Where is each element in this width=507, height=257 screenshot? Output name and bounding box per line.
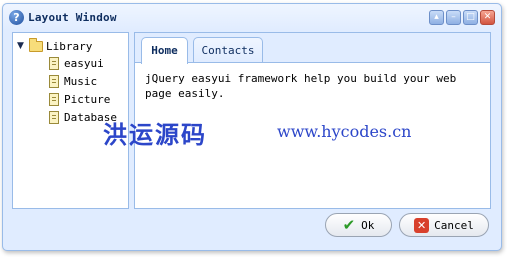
file-icon: [49, 74, 59, 88]
tab-content-text: jQuery easyui framework help you build y…: [145, 72, 457, 100]
maximize-button[interactable]: □: [463, 10, 478, 25]
file-icon: [49, 110, 59, 124]
folder-open-icon: [29, 37, 43, 52]
window-title: Layout Window: [28, 11, 117, 24]
window-titlebar[interactable]: ? Layout Window ▴ – □ ✕: [3, 4, 501, 31]
watermark-chinese-text: 洪运源码: [103, 120, 207, 149]
watermark-url-text: www.hycodes.cn: [277, 122, 412, 141]
tree-node-label: Music: [64, 74, 98, 88]
ok-button-label: Ok: [361, 218, 375, 232]
tree-node-label: Picture: [64, 92, 111, 106]
tab-home[interactable]: Home: [141, 37, 188, 64]
help-icon: ?: [9, 10, 24, 25]
tree-node-library[interactable]: ▼ Library: [17, 37, 93, 54]
ok-button[interactable]: ✔ Ok: [325, 213, 392, 237]
file-icon: [49, 56, 59, 70]
tree-node-music[interactable]: Music: [49, 73, 97, 89]
tree-node-label: easyui: [64, 56, 104, 70]
file-icon: [49, 92, 59, 106]
expand-toggle-icon[interactable]: ▼: [17, 41, 29, 51]
cancel-button-label: Cancel: [434, 218, 474, 232]
tab-contacts[interactable]: Contacts: [193, 37, 263, 62]
tree-node-picture[interactable]: Picture: [49, 91, 110, 107]
tree-node-label: Library: [46, 39, 93, 53]
tree-node-easyui[interactable]: easyui: [49, 55, 104, 71]
cancel-x-icon: ✕: [414, 217, 430, 233]
close-button[interactable]: ✕: [480, 10, 495, 25]
minimize-button[interactable]: –: [446, 10, 461, 25]
collapse-button[interactable]: ▴: [429, 10, 444, 25]
tabs-header: Home Contacts: [135, 33, 490, 64]
checkmark-icon: ✔: [342, 216, 356, 234]
cancel-button[interactable]: ✕ Cancel: [399, 213, 489, 237]
